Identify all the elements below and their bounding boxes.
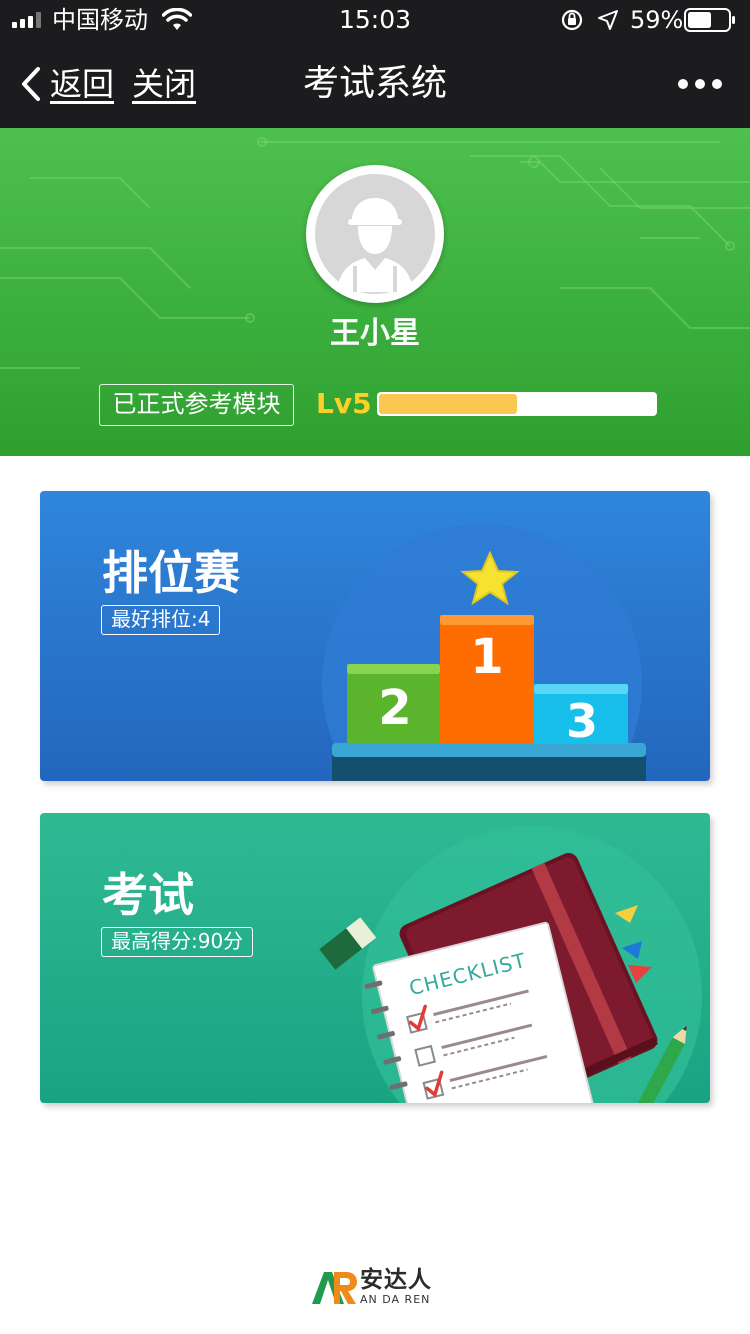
podium-third-label: 3 xyxy=(566,694,598,748)
level-label: Lv5 xyxy=(316,387,372,420)
level-progress-fill xyxy=(379,394,517,414)
nav-bar: 返回 关闭 考试系统 xyxy=(0,40,750,128)
page-title: 考试系统 xyxy=(302,63,447,104)
more-icon[interactable] xyxy=(676,74,724,94)
ranking-card[interactable]: 排位赛 最好排位:4 2 1 3 xyxy=(40,491,710,781)
andaren-logo-icon xyxy=(312,1272,357,1304)
status-bar: 中国移动 15:03 59% xyxy=(0,0,750,40)
level-progress-bar xyxy=(377,392,657,416)
exam-title: 考试 xyxy=(102,868,194,922)
footer-logo: 安达人 AN DA REN xyxy=(310,1266,440,1310)
best-rank-badge: 最好排位:4 xyxy=(101,605,221,635)
module-badge: 已正式参考模块 xyxy=(99,384,294,426)
orientation-lock-icon xyxy=(561,9,583,31)
podium-first-label: 1 xyxy=(470,629,503,685)
location-arrow-icon xyxy=(598,10,618,30)
brand-name: 安达人 xyxy=(360,1267,432,1293)
podium-second-label: 2 xyxy=(378,680,411,736)
brand-name-en: AN DA REN xyxy=(360,1293,431,1306)
ranking-title: 排位赛 xyxy=(102,546,240,600)
exam-card[interactable]: 考试 最高得分:90分 CHECKLIST xyxy=(40,813,710,1103)
best-score-badge: 最高得分:90分 xyxy=(101,927,254,957)
podium-illustration: 2 1 3 xyxy=(322,524,646,781)
user-name: 王小星 xyxy=(330,316,420,351)
avatar[interactable] xyxy=(306,165,444,303)
battery-percent: 59% xyxy=(630,6,684,34)
worker-avatar-icon xyxy=(315,174,435,294)
profile-header: 王小星 已正式参考模块 Lv5 xyxy=(0,128,750,456)
checklist-illustration: CHECKLIST xyxy=(319,826,702,1103)
battery-icon xyxy=(684,8,735,32)
